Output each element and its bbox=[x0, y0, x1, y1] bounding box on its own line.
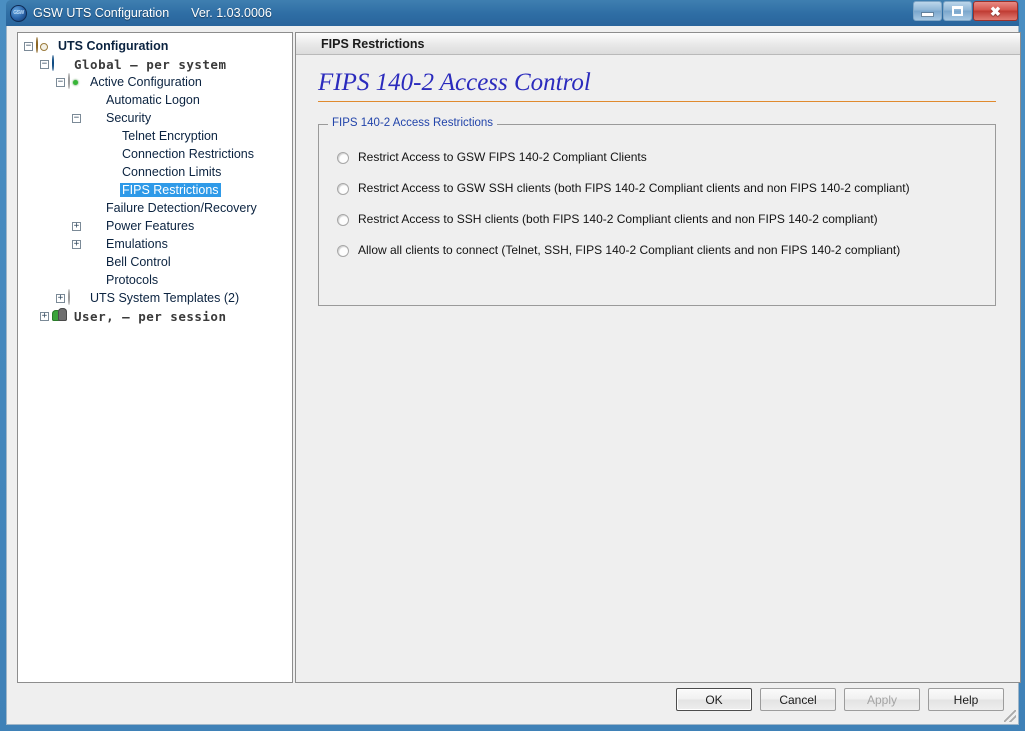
tree-item-user-per-session[interactable]: + User, – per session bbox=[20, 307, 292, 325]
fips-radio-option-2[interactable]: Restrict Access to GSW SSH clients (both… bbox=[337, 182, 995, 195]
groupbox-legend: FIPS 140-2 Access Restrictions bbox=[328, 117, 498, 129]
maximize-button[interactable] bbox=[943, 1, 972, 21]
client-area: − UTS Configuration − Global – per system − A… bbox=[6, 26, 1021, 725]
tree-item-label: Emulations bbox=[106, 237, 168, 251]
radio-option-label: Allow all clients to connect (Telnet, SS… bbox=[358, 243, 901, 257]
tree-item-protocols[interactable]: Protocols bbox=[20, 271, 292, 289]
fips-radio-group[interactable]: Restrict Access to GSW FIPS 140-2 Compli… bbox=[319, 125, 995, 257]
gear-dark-icon bbox=[302, 37, 315, 50]
tree-toggle-minus-icon[interactable]: − bbox=[40, 59, 49, 69]
tree-item-connection-restrictions[interactable]: Connection Restrictions bbox=[20, 145, 292, 163]
tree-item-power-features[interactable]: + Power Features bbox=[20, 217, 292, 235]
minimize-icon bbox=[922, 12, 933, 16]
gear-dark-icon bbox=[84, 110, 100, 126]
globe-icon bbox=[52, 55, 68, 72]
resize-grip[interactable] bbox=[1004, 710, 1016, 722]
gear-dark-icon bbox=[100, 182, 116, 198]
title-divider bbox=[318, 101, 996, 102]
tree-item-label: Connection Restrictions bbox=[122, 147, 255, 161]
gear-dark-icon bbox=[84, 218, 100, 234]
fips-access-restrictions-group: FIPS 140-2 Access Restrictions Restrict … bbox=[318, 117, 996, 306]
gear-dark-icon bbox=[100, 146, 116, 162]
application-window: GSW GSW UTS Configuration Ver. 1.03.0006… bbox=[0, 0, 1025, 731]
apply-button: Apply bbox=[844, 688, 920, 711]
tree-item-label: Connection Limits bbox=[122, 165, 222, 179]
tree-item-global-per-system[interactable]: − Global – per system bbox=[20, 55, 292, 73]
maximize-icon bbox=[952, 6, 963, 16]
gear-dark-icon bbox=[100, 128, 116, 144]
gear-orange-icon bbox=[36, 37, 52, 54]
configuration-tree[interactable]: − UTS Configuration − Global – per system − A… bbox=[17, 32, 293, 683]
tree-toggle-plus-icon[interactable]: + bbox=[56, 293, 65, 303]
tree-item-label: User, – per session bbox=[74, 308, 227, 324]
fips-radio-option-4[interactable]: Allow all clients to connect (Telnet, SS… bbox=[337, 244, 995, 257]
tree-item-label: Protocols bbox=[106, 273, 159, 287]
radio-option-label: Restrict Access to SSH clients (both FIP… bbox=[358, 212, 878, 226]
tree-item-active-configuration[interactable]: − Active Configuration bbox=[20, 73, 292, 91]
tree-item-label: Active Configuration bbox=[90, 75, 202, 89]
users-icon bbox=[52, 308, 68, 324]
window-version: Ver. 1.03.0006 bbox=[191, 6, 272, 20]
radio-option-label: Restrict Access to GSW FIPS 140-2 Compli… bbox=[358, 150, 647, 164]
tree-item-failure-detection-recovery[interactable]: Failure Detection/Recovery bbox=[20, 199, 292, 217]
gear-dark-icon bbox=[84, 92, 100, 108]
radio-button-icon[interactable] bbox=[337, 152, 349, 164]
tree-item-label: Bell Control bbox=[106, 255, 171, 269]
dialog-footer: OK Cancel Apply Help bbox=[7, 682, 1018, 724]
tree-toggle-minus-icon[interactable]: − bbox=[56, 77, 65, 87]
gear-dark-icon bbox=[84, 254, 100, 270]
tree-item-label: Security bbox=[106, 111, 152, 125]
tree-item-automatic-logon[interactable]: Automatic Logon bbox=[20, 91, 292, 109]
tree-item-label: Telnet Encryption bbox=[122, 129, 218, 143]
tree-toggle-plus-icon[interactable]: + bbox=[40, 311, 49, 321]
tree-item-emulations[interactable]: + Emulations bbox=[20, 235, 292, 253]
ok-button[interactable]: OK bbox=[676, 688, 752, 711]
tree-toggle-plus-icon[interactable]: + bbox=[72, 239, 81, 249]
radio-button-icon[interactable] bbox=[337, 183, 349, 195]
gear-dark-icon bbox=[84, 272, 100, 288]
panel-header-title: FIPS Restrictions bbox=[321, 36, 425, 51]
tree-item-label: Global – per system bbox=[74, 56, 227, 72]
close-icon: ✖ bbox=[990, 3, 1001, 19]
help-button[interactable]: Help bbox=[928, 688, 1004, 711]
tree-item-label: FIPS Restrictions bbox=[120, 183, 221, 197]
tree-toggle-plus-icon[interactable]: + bbox=[72, 221, 81, 231]
tree-item-telnet-encryption[interactable]: Telnet Encryption bbox=[20, 127, 292, 145]
panel-header: FIPS Restrictions bbox=[296, 33, 1020, 55]
tree-item-uts-system-templates-2[interactable]: + UTS System Templates (2) bbox=[20, 289, 292, 307]
page-title: FIPS 140-2 Access Control bbox=[318, 69, 591, 96]
gsw-logo-icon: GSW bbox=[10, 4, 27, 22]
tree-item-bell-control[interactable]: Bell Control bbox=[20, 253, 292, 271]
cancel-button[interactable]: Cancel bbox=[760, 688, 836, 711]
tree-item-label: UTS Configuration bbox=[58, 39, 169, 53]
tree-item-label: UTS System Templates (2) bbox=[90, 291, 240, 305]
dialog-buttons: OK Cancel Apply Help bbox=[676, 688, 1004, 711]
fips-radio-option-3[interactable]: Restrict Access to SSH clients (both FIP… bbox=[337, 213, 995, 226]
tree-item-label: Automatic Logon bbox=[106, 93, 200, 107]
tree-item-connection-limits[interactable]: Connection Limits bbox=[20, 163, 292, 181]
tree-item-label: Failure Detection/Recovery bbox=[106, 201, 257, 215]
tree-toggle-minus-icon[interactable]: − bbox=[24, 41, 33, 51]
close-button[interactable]: ✖ bbox=[973, 1, 1018, 21]
title-bar[interactable]: GSW GSW UTS Configuration Ver. 1.03.0006… bbox=[6, 0, 1019, 26]
radio-option-label: Restrict Access to GSW SSH clients (both… bbox=[358, 181, 910, 195]
tree-toggle-minus-icon[interactable]: − bbox=[72, 113, 81, 123]
minimize-button[interactable] bbox=[913, 1, 942, 21]
tree-item-fips-restrictions[interactable]: FIPS Restrictions bbox=[20, 181, 292, 199]
window-controls: ✖ bbox=[913, 1, 1018, 21]
gear-dark-icon bbox=[84, 236, 100, 252]
tree-item-security[interactable]: − Security bbox=[20, 109, 292, 127]
tree-item-label: Power Features bbox=[106, 219, 195, 233]
gear-dark-icon bbox=[100, 164, 116, 180]
gear-dark-icon bbox=[84, 200, 100, 216]
content-panel: FIPS Restrictions FIPS 140-2 Access Cont… bbox=[295, 32, 1021, 683]
radio-button-icon[interactable] bbox=[337, 214, 349, 226]
fips-radio-option-1[interactable]: Restrict Access to GSW FIPS 140-2 Compli… bbox=[337, 151, 995, 164]
tree-item-uts-configuration[interactable]: − UTS Configuration bbox=[20, 37, 292, 55]
window-title: GSW UTS Configuration bbox=[33, 6, 170, 20]
radio-button-icon[interactable] bbox=[337, 245, 349, 257]
gear-active-icon bbox=[68, 73, 84, 90]
gear-grey-icon bbox=[68, 289, 84, 306]
